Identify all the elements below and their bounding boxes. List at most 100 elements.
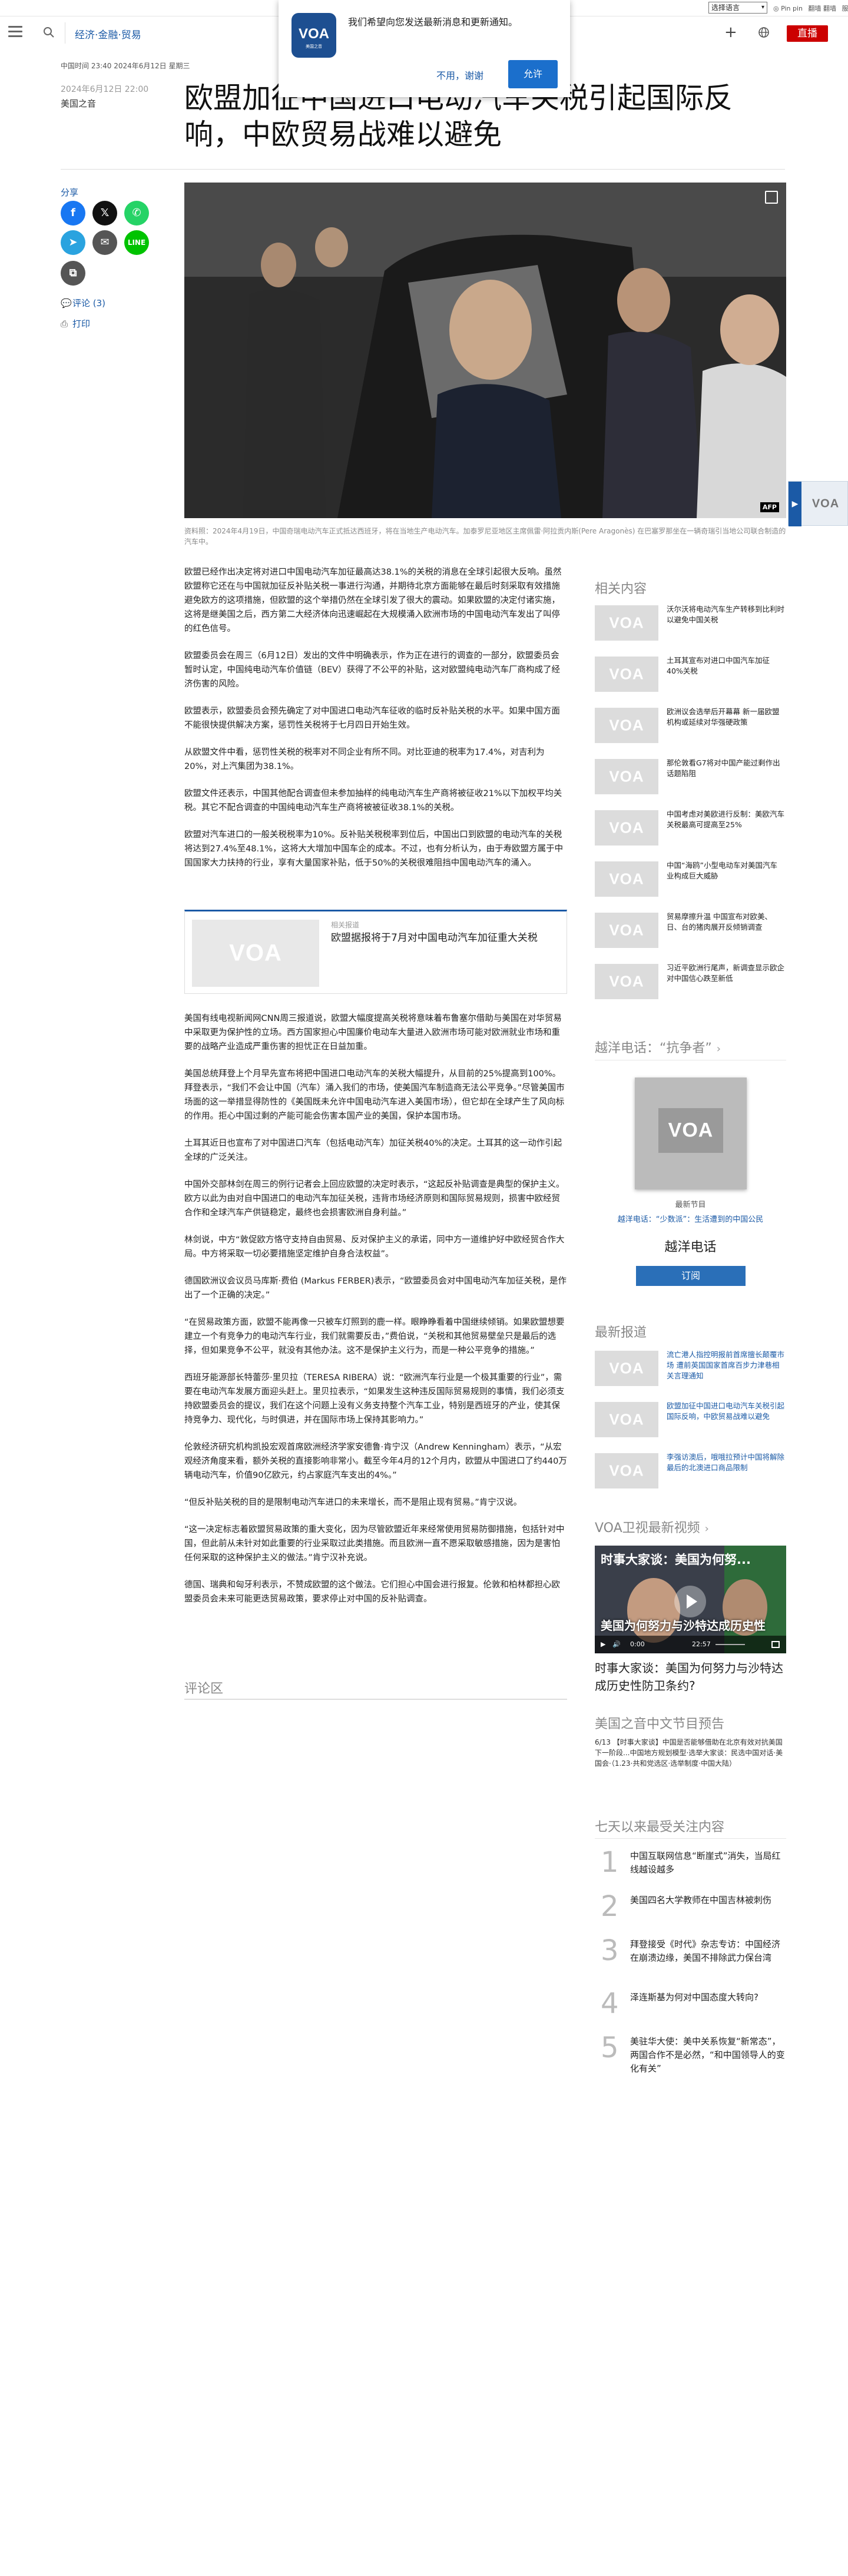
related-item-title: 中国考虑对美欧进行反制：美欧汽车关税最高可提高至25% (667, 810, 785, 829)
most-viewed-item[interactable]: 5 美驻华大使：美中关系恢复“新常态”，两国合作不是必然，“和中国领导人的变化有… (595, 2031, 786, 2078)
comments-link-label: 评论 (3) (72, 298, 106, 309)
hamburger-menu-icon[interactable] (8, 26, 22, 38)
related-item[interactable]: VOA 欧洲议会选举后开幕幕 新一届欧盟机构或延续对华强硬政策 (595, 705, 786, 747)
globe-icon[interactable] (757, 26, 770, 39)
decline-button[interactable]: 不用，谢谢 (436, 68, 483, 82)
voa-logo: VOA (658, 1108, 723, 1153)
podcast-artwork[interactable]: VOA (635, 1078, 747, 1189)
copy-link-icon[interactable]: ⧉ (61, 261, 85, 286)
section-link[interactable]: 经济·金融·贸易 (75, 26, 141, 41)
article-photo: AFP (184, 183, 786, 518)
paragraph: 林剑说，中方“敦促欧方恪守支持自由贸易、反对保护主义的承诺，同中方一道维护好中欧… (184, 1235, 565, 1259)
publish-date: 2024年6月12日 22:00 (61, 85, 149, 94)
rank-number: 5 (601, 2031, 619, 2064)
facebook-share-icon[interactable]: f (61, 201, 85, 226)
chevron-right-icon: › (716, 1043, 721, 1055)
podcast-heading[interactable]: 越洋电话：“抗争者” › (595, 1037, 721, 1056)
volume-icon[interactable]: 🔊 (612, 1640, 621, 1648)
paragraph: 欧盟委员会在周三（6月12日）发出的文件中明确表示，作为正在进行的调查的一部分，… (184, 651, 561, 689)
top-link-1[interactable]: ◎ Pin pin (773, 5, 803, 12)
paragraph: 从欧盟文件中看，惩罚性关税的税率对不同企业有所不同。对比亚迪的税率为17.4%，… (184, 748, 545, 771)
related-item[interactable]: VOA 土耳其宣布对进口中国汽车加征40%关税 (595, 654, 786, 695)
top-link-2[interactable]: 翻墙 翻墙 (809, 5, 837, 12)
paragraph: 德国欧洲议会议员马库斯·费伯 (Markus FERBER)表示，“欧盟委员会对… (184, 1277, 567, 1300)
related-thumbnail: VOA (192, 920, 319, 987)
related-item[interactable]: VOA 中国“海鸥”小型电动车对美国汽车业构成巨大威胁 (595, 859, 786, 900)
latest-item[interactable]: VOA 李强访澳后，哦哦拉预计中国将解除最后的北澳进口商品限制 (595, 1451, 786, 1492)
most-viewed-item[interactable]: 3 拜登接受《时代》杂志专访：中国经济在崩溃边缘，美国不排除武力保台湾 (595, 1934, 786, 1981)
latest-item[interactable]: VOA 欧盟加征中国进口电动汽车关税引起国际反响，中欧贸易战难以避免 (595, 1400, 786, 1441)
podcast-heading-label: 越洋电话：“抗争者” (595, 1041, 712, 1056)
paragraph: 欧盟文件还表示，中国其他配合调查但未参加抽样的纯电动汽车生产商将被征收21%以下… (184, 789, 562, 813)
floating-tab[interactable]: ▶ VOA (788, 481, 848, 526)
latest-item[interactable]: VOA 流亡港人指控明报前首席擅长颠覆市场 遭前英国国家首席百步力津巷相关言理通… (595, 1348, 786, 1390)
related-kicker: 相关报道 (331, 921, 360, 929)
related-item-thumbnail: VOA (595, 605, 658, 641)
allow-button[interactable]: 允许 (508, 60, 558, 88)
most-viewed-item[interactable]: 4 泽连斯基为何对中国态度大转向? (595, 1987, 786, 2034)
latest-item-thumbnail: VOA (595, 1402, 658, 1437)
related-item-thumbnail: VOA (595, 657, 658, 692)
fullscreen-icon[interactable] (771, 1641, 780, 1648)
language-select[interactable]: 选择语言 ▾ (708, 2, 767, 14)
live-button[interactable]: 直播 (787, 25, 828, 42)
most-viewed-item[interactable]: 2 美国四名大学教师在中国吉林被刺伤 (595, 1890, 786, 1937)
paragraph: “这一决定标志着欧盟贸易政策的重大变化，因为尽管欧盟近年来经常使用贸易防御措施，… (184, 1525, 565, 1563)
voa-app-logo: VOA 美国之音 (292, 13, 336, 58)
related-item[interactable]: VOA 那伦敦看G7将对中国产能过剩作出话题陷阻 (595, 757, 786, 798)
play-icon[interactable] (674, 1586, 706, 1617)
subscribe-button[interactable]: 订阅 (636, 1266, 746, 1286)
rank-number: 2 (601, 1890, 619, 1923)
top-link-3[interactable]: 服务/文化 (842, 5, 848, 12)
video-heading[interactable]: VOA卫视最新视频 › (595, 1517, 709, 1536)
comments-heading: 评论区 (184, 1682, 224, 1696)
email-share-icon[interactable]: ✉ (92, 230, 117, 255)
plus-icon[interactable]: + (724, 25, 737, 40)
most-viewed-heading: 七天以来最受关注内容 (595, 1820, 725, 1835)
rank-number: 3 (601, 1934, 619, 1967)
podcast-episode-link[interactable]: 越洋电话：“少数派”：生活遭到的中国公民 (595, 1213, 786, 1224)
comments-link[interactable]: 💬评论 (3) (61, 297, 105, 309)
related-item-title: 欧洲议会选举后开幕幕 新一届欧盟机构或延续对华强硬政策 (667, 707, 780, 727)
play-small-icon[interactable]: ▶ (601, 1640, 605, 1648)
video-player[interactable]: 时事大家谈：美国为何努... 美国为何努力与沙特达成历史性 ▶ 🔊 0:00 2… (595, 1546, 786, 1653)
paragraph: 欧盟已经作出决定将对进口中国电动汽车加征最高达38.1%的关税的消息在全球引起很… (184, 568, 562, 634)
comment-icon: 💬 (61, 298, 72, 309)
print-link[interactable]: ⎙ 打印 (61, 317, 90, 330)
podcast-name: 越洋电话 (664, 1240, 717, 1255)
x-share-icon[interactable]: 𝕏 (92, 201, 117, 226)
photo-caption: 资料照：2024年4月19日，中国奇瑞电动汽车正式抵达西班牙，将在当地生产电动汽… (184, 527, 786, 546)
related-article-card[interactable]: VOA 相关报道 欧盟据报将于7月对中国电动汽车加征重大关税 (184, 910, 567, 994)
related-item-thumbnail: VOA (595, 861, 658, 897)
logo-subtext: 美国之音 (306, 44, 322, 49)
notification-message: 我们希望向您发送最新消息和更新通知。 (348, 16, 518, 28)
search-icon[interactable] (42, 26, 55, 39)
author[interactable]: 美国之音 (61, 97, 96, 110)
related-item[interactable]: VOA 沃尔沃将电动汽车生产转移到比利时以避免中国关税 (595, 603, 786, 644)
comments-divider (184, 1699, 567, 1700)
paragraph: 西班牙能源部长特蕾莎·里贝拉（TERESA RIBERA）说：“欧洲汽车行业是一… (184, 1373, 565, 1425)
related-item-thumbnail: VOA (595, 759, 658, 794)
related-item[interactable]: VOA 中国考虑对美欧进行反制：美欧汽车关税最高可提高至25% (595, 808, 786, 849)
most-viewed-title: 拜登接受《时代》杂志专访：中国经济在崩溃边缘，美国不排除武力保台湾 (630, 1939, 781, 1963)
print-link-label: 打印 (72, 319, 91, 329)
related-item[interactable]: VOA 习近平欧洲行尾声，新调查显示欧企对中国信心跌至新低 (595, 962, 786, 1003)
video-caption[interactable]: 时事大家谈：美国为何努力与沙特达成历史性防卫条约? (595, 1659, 786, 1695)
arrow-right-icon: ▶ (789, 482, 801, 526)
related-item-title: 中国“海鸥”小型电动车对美国汽车业构成巨大威胁 (667, 861, 777, 880)
most-viewed-title: 中国互联网信息“断崖式”消失，当局红线越设越多 (630, 1851, 781, 1875)
video-heading-label: VOA卫视最新视频 (595, 1521, 700, 1536)
paragraph: 欧盟表示，欧盟委员会预先确定了对中国进口电动汽车征收的临时反补贴关税的水平。如果… (184, 707, 560, 730)
fullscreen-icon[interactable] (765, 191, 778, 204)
line-share-icon[interactable]: LINE (124, 230, 149, 255)
telegram-share-icon[interactable]: ➤ (61, 230, 85, 255)
schedule-heading: 美国之音中文节目预告 (595, 1717, 725, 1732)
paragraph: “在贸易政策方面，欧盟不能再像一只被车灯照到的鹿一样。眼睁睁看着中国继续倾销。如… (184, 1318, 565, 1355)
paragraph: 德国、瑞典和匈牙利表示，不赞成欧盟的这个做法。它们担心中国会进行报复。伦敦和柏林… (184, 1580, 560, 1604)
video-progress-bar[interactable] (716, 1644, 745, 1645)
paragraph: 美国总统拜登上个月早先宣布将把中国进口电动汽车的关税大幅提升，从目前的25%提高… (184, 1069, 565, 1121)
voa-logo: VOA (806, 492, 845, 516)
related-item[interactable]: VOA 贸易摩擦升温 中国宣布对欧美、日、台的猪肉展开反倾销调查 (595, 910, 786, 952)
whatsapp-share-icon[interactable]: ✆ (124, 201, 149, 226)
most-viewed-item[interactable]: 1 中国互联网信息“断崖式”消失，当局红线越设越多 (595, 1846, 786, 1893)
